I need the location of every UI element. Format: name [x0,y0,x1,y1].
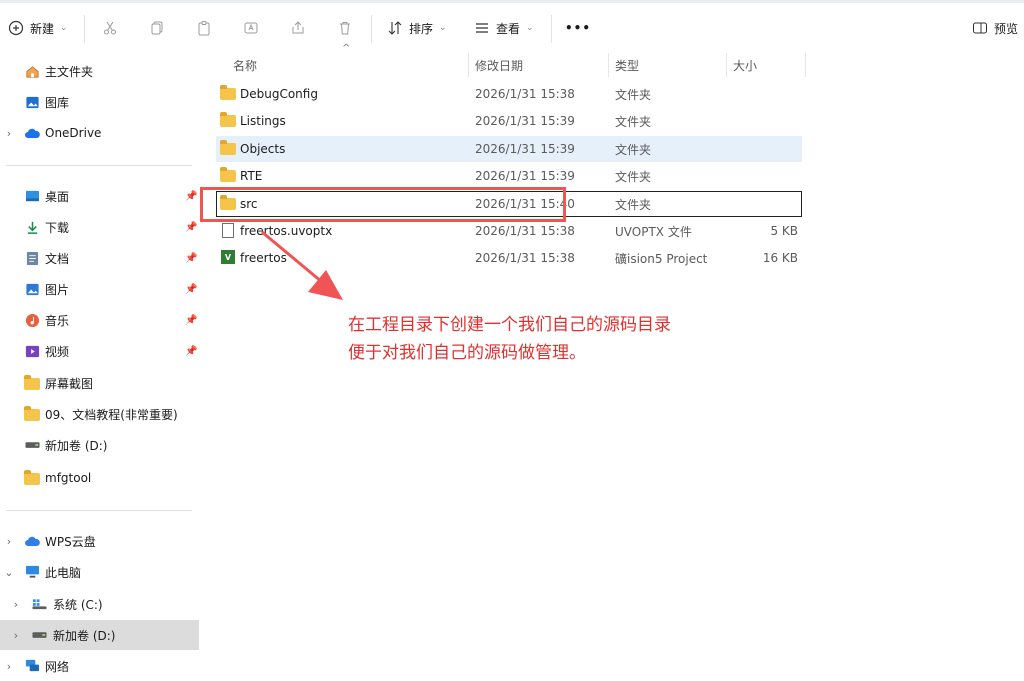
annotation-text-line-2: 便于对我们自己的源码做管理。 [348,343,586,363]
annotation-text-line-1: 在工程目录下创建一个我们自己的源码目录 [348,315,671,335]
